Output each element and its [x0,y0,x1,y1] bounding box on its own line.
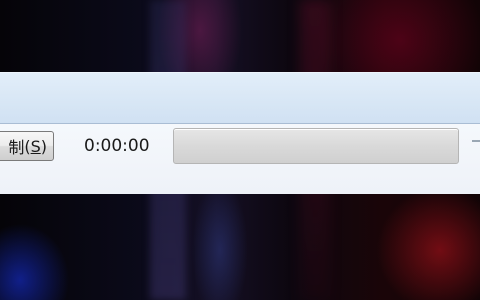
sound-recorder-window: 制(S) 0:00:00 [0,72,480,194]
record-button-label: 制 [8,138,25,157]
recorder-toolbar: 制(S) 0:00:00 [0,123,480,194]
start-recording-button[interactable]: 制(S) [0,131,54,161]
recording-level-bar [173,128,459,164]
record-button-mnemonic: S [30,136,41,156]
elapsed-time: 0:00:00 [84,136,150,156]
window-edge-divider [472,140,480,142]
